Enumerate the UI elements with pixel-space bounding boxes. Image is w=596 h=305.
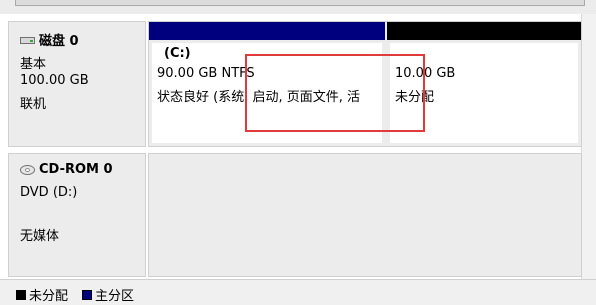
cd-rom-icon — [20, 164, 36, 175]
cdrom-0-content — [148, 153, 582, 277]
cdrom-0-status: 无媒体 — [20, 229, 60, 244]
unallocated-highlight-box — [245, 54, 425, 132]
unallocated-partition-bar — [387, 22, 581, 40]
legend-unallocated-label: 未分配 — [29, 289, 69, 304]
scrollbar-thumb[interactable] — [15, 0, 585, 6]
partition-c-size-fs: 90.00 GB NTFS — [157, 66, 255, 81]
cdrom-0-label[interactable]: CD-ROM 0 DVD (D:) 无媒体 — [8, 153, 146, 277]
horizontal-scrollbar[interactable] — [0, 0, 596, 15]
unallocated-swatch — [16, 289, 26, 300]
disk-0-status: 联机 — [20, 97, 47, 112]
vertical-scrollbar[interactable] — [581, 14, 596, 279]
disk-0-size: 100.00 GB — [20, 73, 89, 88]
disk-0-name: 磁盘 0 — [39, 34, 79, 49]
primary-partition-bar — [149, 22, 385, 40]
disk-row-cdrom: CD-ROM 0 DVD (D:) 无媒体 — [8, 153, 582, 277]
legend-bar: 未分配 主分区 — [0, 279, 596, 305]
cdrom-0-type: DVD (D:) — [20, 185, 78, 200]
legend-primary-label: 主分区 — [95, 289, 135, 304]
primary-swatch — [82, 289, 92, 300]
hard-disk-icon — [20, 35, 36, 45]
partition-c-drive: (C:) — [164, 46, 191, 61]
disk-0-label[interactable]: 磁盘 0 基本 100.00 GB 联机 — [8, 21, 146, 147]
disk-0-type: 基本 — [20, 57, 47, 72]
cdrom-0-name: CD-ROM 0 — [39, 162, 113, 177]
legend-primary: 主分区 — [82, 285, 134, 304]
legend-unallocated: 未分配 — [16, 285, 68, 304]
